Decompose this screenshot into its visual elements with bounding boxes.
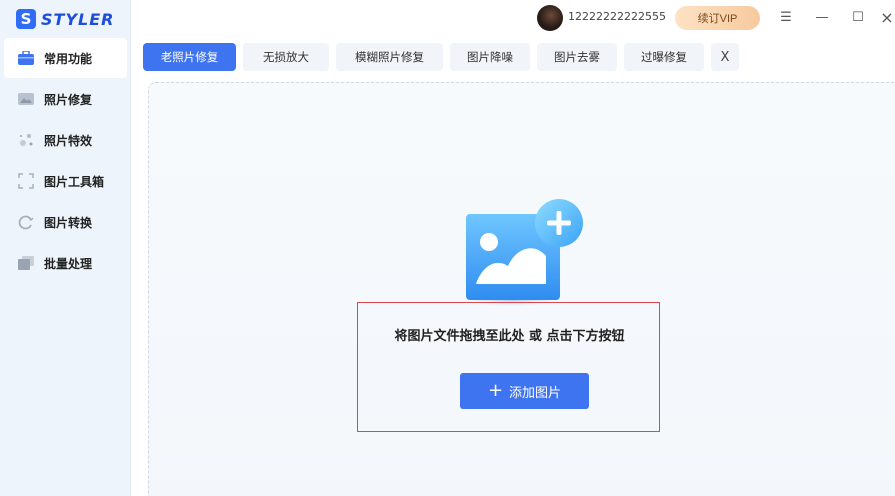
menu-icon[interactable]: ☰ bbox=[778, 9, 794, 25]
sidebar-item-image-convert[interactable]: 图片转换 bbox=[4, 202, 127, 242]
drop-hint-text: 将图片文件拖拽至此处 或 点击下方按钮 bbox=[394, 329, 625, 344]
sidebar-nav: 常用功能 照片修复 照片特效 图片工具箱 图片转换 批量处理 bbox=[0, 38, 131, 284]
app-name: STYLER bbox=[41, 9, 115, 29]
tab-image-denoise[interactable]: 图片降噪 bbox=[450, 43, 530, 71]
feature-tabs: 老照片修复 无损放大 模糊照片修复 图片降噪 图片去雾 过曝修复 X bbox=[143, 43, 739, 71]
tabs-close-icon[interactable]: X bbox=[711, 43, 739, 71]
renew-vip-button[interactable]: 续订VIP bbox=[675, 6, 760, 30]
add-image-label: 添加图片 bbox=[509, 385, 562, 401]
minimize-icon[interactable]: — bbox=[814, 9, 830, 25]
tab-image-dehaze[interactable]: 图片去雾 bbox=[537, 43, 617, 71]
plus-icon: + bbox=[487, 380, 504, 401]
sidebar-item-label: 图片工具箱 bbox=[44, 174, 105, 189]
sidebar-item-label: 图片转换 bbox=[44, 215, 93, 230]
tab-old-photo-repair[interactable]: 老照片修复 bbox=[143, 43, 236, 71]
sidebar-item-label: 照片特效 bbox=[44, 133, 93, 148]
tab-overexposure-repair[interactable]: 过曝修复 bbox=[624, 43, 704, 71]
sidebar-item-common[interactable]: 常用功能 bbox=[4, 38, 127, 78]
sidebar-item-image-toolbox[interactable]: 图片工具箱 bbox=[4, 161, 127, 201]
sidebar-item-label: 常用功能 bbox=[44, 51, 93, 66]
close-icon[interactable]: × bbox=[879, 8, 895, 27]
sparkle-icon bbox=[18, 132, 34, 148]
account-phone: 12222222222555 bbox=[568, 10, 666, 23]
sidebar-item-label: 照片修复 bbox=[44, 92, 93, 107]
tab-blur-photo-repair[interactable]: 模糊照片修复 bbox=[336, 43, 443, 71]
tab-lossless-upscale[interactable]: 无损放大 bbox=[243, 43, 329, 71]
batch-icon bbox=[18, 255, 34, 271]
upload-hint-box: 将图片文件拖拽至此处 或 点击下方按钮 + 添加图片 bbox=[357, 302, 660, 432]
app-logo: S STYLER bbox=[16, 8, 114, 30]
sidebar-item-label: 批量处理 bbox=[44, 256, 93, 271]
photo-icon bbox=[18, 91, 34, 107]
add-image-button[interactable]: + 添加图片 bbox=[460, 373, 589, 409]
sidebar-item-photo-repair[interactable]: 照片修复 bbox=[4, 79, 127, 119]
sidebar-item-batch[interactable]: 批量处理 bbox=[4, 243, 127, 283]
convert-icon bbox=[18, 214, 34, 230]
sidebar: S STYLER 常用功能 照片修复 照片特效 图片工具箱 图片转换 批量处理 bbox=[0, 0, 131, 496]
sidebar-item-photo-effects[interactable]: 照片特效 bbox=[4, 120, 127, 160]
crop-frame-icon bbox=[18, 173, 34, 189]
logo-badge: S bbox=[16, 9, 36, 29]
toolbox-icon bbox=[18, 50, 34, 66]
maximize-icon[interactable]: ☐ bbox=[850, 9, 866, 25]
avatar[interactable] bbox=[537, 5, 563, 31]
add-image-icon bbox=[462, 196, 592, 308]
title-bar: 12222222222555 续订VIP ☰ — ☐ × bbox=[131, 0, 895, 36]
